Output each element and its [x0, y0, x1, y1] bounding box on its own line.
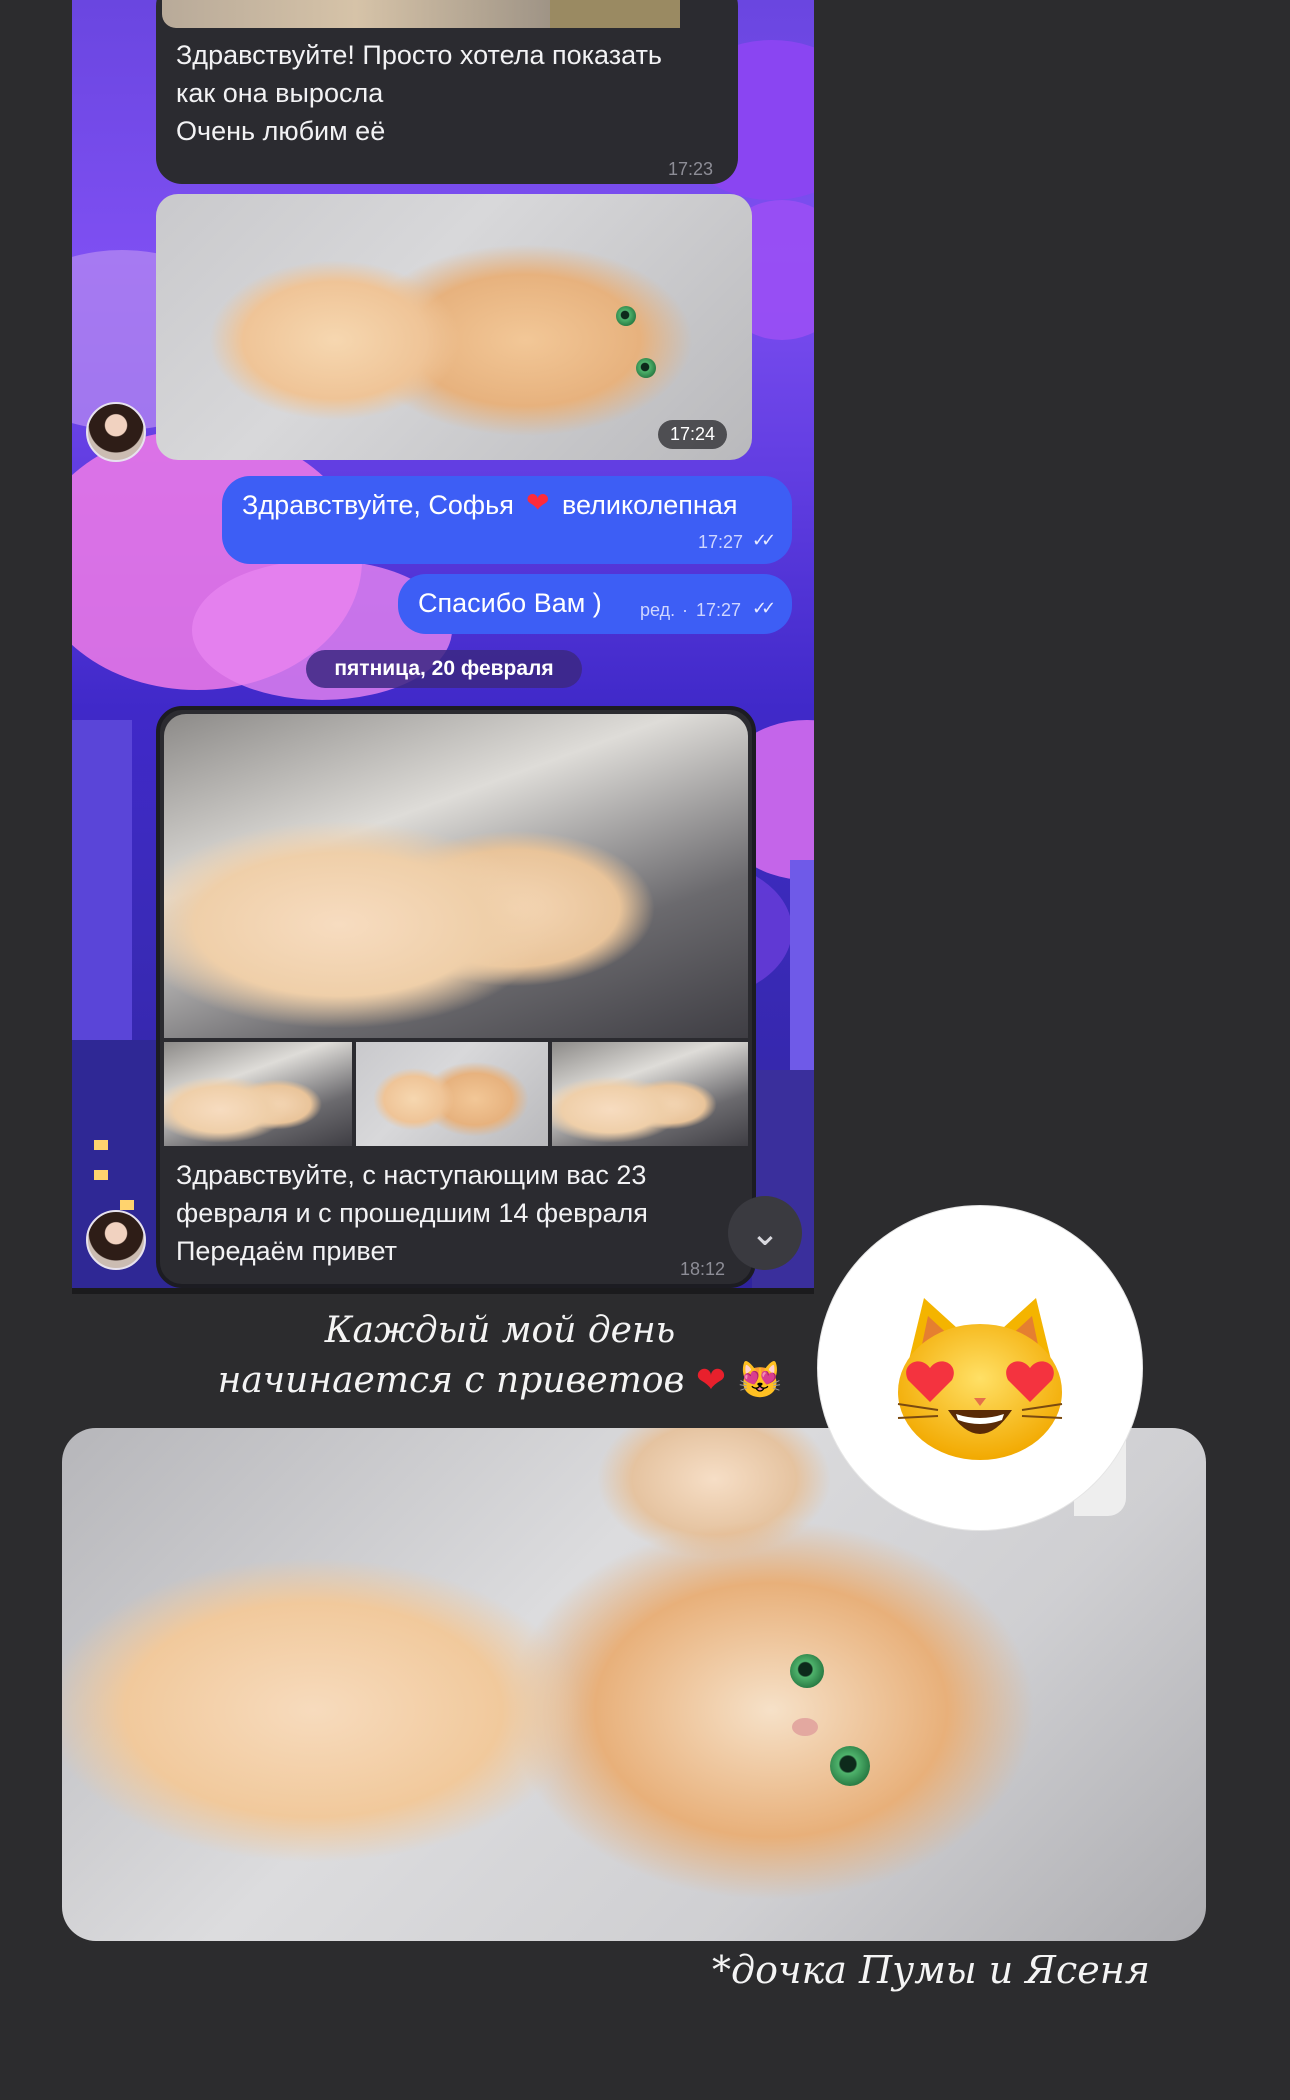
message-time: 17:27 — [696, 600, 742, 620]
double-check-icon: ✓✓ — [752, 530, 776, 550]
message-text: Здравствуйте, Софья — [242, 490, 514, 520]
message-time: 17:27 — [698, 532, 744, 552]
double-check-icon: ✓✓ — [752, 598, 776, 618]
incoming-message[interactable]: Здравствуйте! Просто хотела показать как… — [156, 0, 738, 184]
chevron-down-icon: ⌄ — [749, 1212, 781, 1253]
message-text: Спасибо Вам ) — [418, 588, 602, 618]
cat-eye — [616, 306, 636, 326]
message-line: февраля и с прошедшим 14 февраля — [176, 1198, 648, 1228]
heart-eyes-cat-emoji: 😻 — [737, 1360, 783, 1401]
album-photo-thumb[interactable] — [552, 1042, 748, 1146]
outgoing-message[interactable]: Спасибо Вам ) ред. · 17:27 ✓✓ — [398, 574, 792, 634]
message-time: 17:23 — [668, 159, 714, 179]
cat-photo[interactable]: 17:24 — [156, 194, 752, 460]
building-window — [120, 1200, 134, 1210]
building-window — [94, 1140, 108, 1150]
heart-emoji: ❤ — [695, 1360, 727, 1401]
scroll-down-button[interactable]: ⌄ — [728, 1196, 802, 1270]
cat-eye — [636, 358, 656, 378]
album-photo-main[interactable] — [164, 714, 748, 1038]
message-time: 18:12 — [680, 1259, 726, 1279]
story-caption: Каждый мой день начинается с приветов ❤ … — [190, 1306, 810, 1406]
message-line: Очень любим её — [176, 116, 386, 146]
album-photo-thumb[interactable] — [356, 1042, 548, 1146]
story-footnote: *дочка Пумы и Ясеня — [712, 1948, 1150, 1992]
message-line: Передаём привет — [176, 1236, 397, 1266]
cat-eye — [830, 1746, 870, 1786]
edited-label: ред. — [640, 600, 676, 620]
cropped-photo — [550, 0, 680, 28]
cropped-photo — [162, 0, 550, 28]
incoming-album-message[interactable]: Здравствуйте, с наступающим вас 23 февра… — [156, 706, 756, 1288]
message-line: Здравствуйте, с наступающим вас 23 — [176, 1160, 647, 1190]
album-photo-thumb[interactable] — [164, 1042, 352, 1146]
caption-line: Каждый мой день — [324, 1310, 676, 1351]
caption-line: начинается с приветов — [217, 1360, 685, 1401]
photo-time: 17:24 — [658, 420, 728, 449]
heart-eyes-cat-emoji — [897, 1298, 1063, 1460]
date-separator: пятница, 20 февраля — [306, 650, 582, 688]
outgoing-message[interactable]: Здравствуйте, Софья ❤ великолепная 17:27… — [222, 476, 792, 564]
cat-nose — [792, 1718, 818, 1736]
message-line: Здравствуйте! Просто хотела показать — [176, 40, 662, 70]
message-text: великолепная — [562, 490, 738, 520]
chat-screenshot: Здравствуйте! Просто хотела показать как… — [72, 0, 814, 1294]
heart-emoji: ❤ — [526, 487, 550, 518]
building-window — [94, 1170, 108, 1180]
sender-avatar[interactable] — [86, 402, 146, 462]
message-line: как она выросла — [176, 78, 384, 108]
cat-eye — [790, 1654, 824, 1688]
sender-avatar[interactable] — [86, 1210, 146, 1270]
